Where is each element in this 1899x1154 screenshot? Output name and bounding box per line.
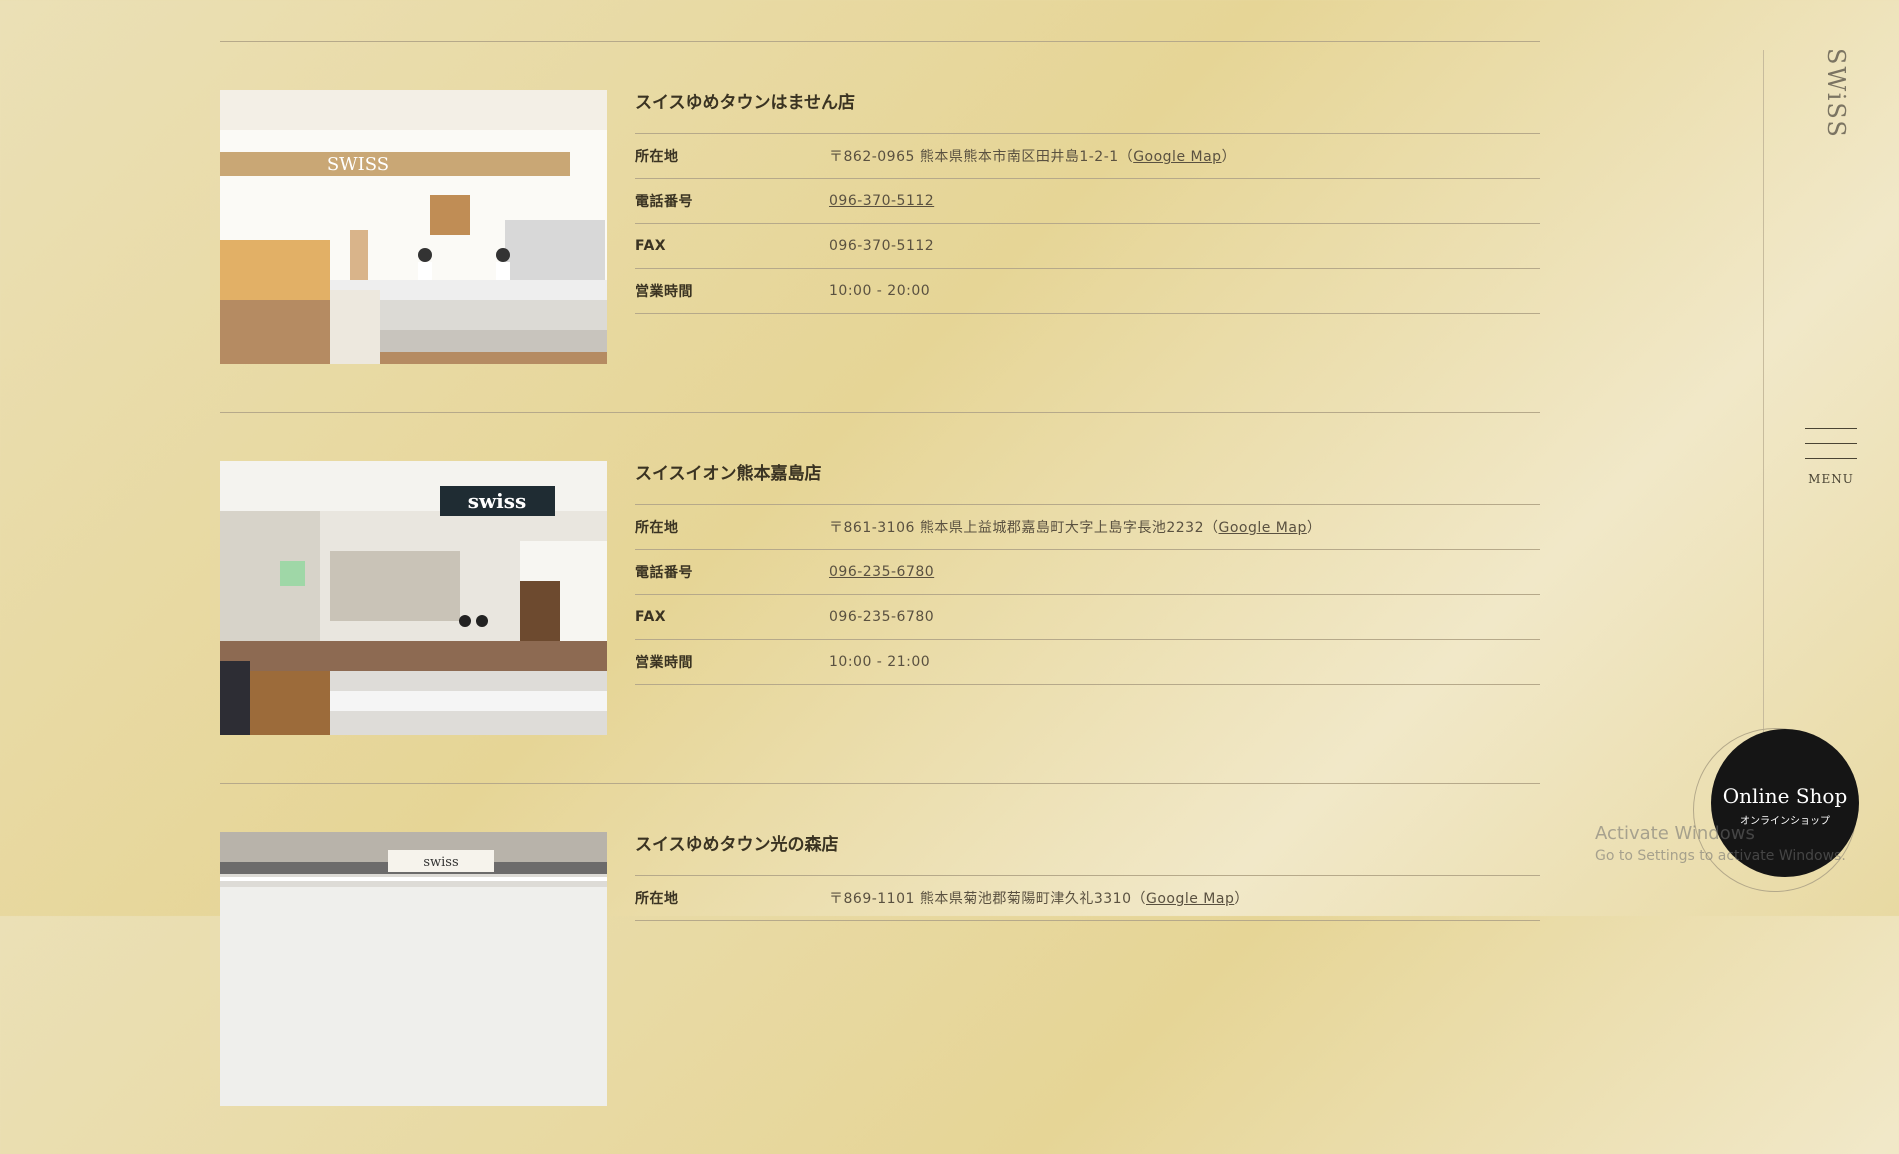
address-text: 〒869-1101 熊本県菊池郡菊陽町津久礼3310（: [829, 891, 1146, 907]
phone-label: 電話番号: [635, 194, 693, 210]
address-row: 所在地 〒869-1101 熊本県菊池郡菊陽町津久礼3310（Google Ma…: [635, 875, 1540, 921]
store-sign: SWISS: [327, 154, 389, 175]
store-item: swiss スイスイオン熊本嘉島店 所在地 〒861-3106 熊本県上益城郡嘉…: [220, 413, 1540, 783]
address-label: 所在地: [635, 891, 679, 907]
menu-icon-bar: [1805, 458, 1857, 459]
menu-button[interactable]: MENU: [1805, 428, 1857, 488]
store-name: スイスイオン熊本嘉島店: [635, 464, 822, 484]
store-info: スイスゆめタウンはません店 所在地 〒862-0965 熊本県熊本市南区田井島1…: [635, 90, 1540, 314]
menu-icon-bar: [1805, 443, 1857, 444]
phone-row: 電話番号 096-235-6780: [635, 549, 1540, 594]
hours-row: 営業時間 10:00 - 21:00: [635, 639, 1540, 685]
store-item: SWISS スイスゆめタウンはません店 所在地 〒862-0965 熊本県熊本市…: [220, 42, 1540, 412]
store-info: スイスイオン熊本嘉島店 所在地 〒861-3106 熊本県上益城郡嘉島町大字上島…: [635, 461, 1540, 685]
phone-label: 電話番号: [635, 565, 693, 581]
fax-label: FAX: [635, 238, 667, 254]
phone-link[interactable]: 096-370-5112: [829, 193, 934, 209]
store-photo: swiss: [220, 832, 607, 1106]
menu-label: MENU: [1808, 472, 1854, 486]
phone-row: 電話番号 096-370-5112: [635, 178, 1540, 223]
address-text: 〒861-3106 熊本県上益城郡嘉島町大字上島字長池2232（: [829, 520, 1219, 536]
google-map-link[interactable]: Google Map: [1146, 891, 1234, 907]
store-item: swiss スイスゆめタウン光の森店 所在地 〒869-1101 熊本県菊池郡菊…: [220, 784, 1540, 1154]
address-label: 所在地: [635, 149, 679, 165]
store-photo: swiss: [220, 461, 607, 735]
address-row: 所在地 〒862-0965 熊本県熊本市南区田井島1-2-1（Google Ma…: [635, 133, 1540, 178]
hours-label: 営業時間: [635, 284, 693, 300]
phone-link[interactable]: 096-235-6780: [829, 564, 934, 580]
menu-icon: [1805, 428, 1857, 429]
hours-label: 営業時間: [635, 655, 693, 671]
address-value: 〒861-3106 熊本県上益城郡嘉島町大字上島字長池2232（Google M…: [829, 520, 1322, 536]
online-shop-title: Online Shop: [1722, 784, 1848, 808]
hours-row: 営業時間 10:00 - 20:00: [635, 268, 1540, 314]
address-text: 〒862-0965 熊本県熊本市南区田井島1-2-1（: [829, 149, 1134, 165]
store-sign: swiss: [423, 855, 458, 870]
store-info: スイスゆめタウン光の森店 所在地 〒869-1101 熊本県菊池郡菊陽町津久礼3…: [635, 832, 1540, 921]
store-list: SWISS スイスゆめタウンはません店 所在地 〒862-0965 熊本県熊本市…: [220, 0, 1540, 1154]
hours-value: 10:00 - 21:00: [829, 654, 931, 670]
store-sign: swiss: [468, 489, 527, 513]
address-row: 所在地 〒861-3106 熊本県上益城郡嘉島町大字上島字長池2232（Goog…: [635, 504, 1540, 549]
fax-row: FAX 096-370-5112: [635, 223, 1540, 268]
address-label: 所在地: [635, 520, 679, 536]
watermark-subtitle: Go to Settings to activate Windows.: [1595, 848, 1846, 864]
google-map-link[interactable]: Google Map: [1218, 520, 1306, 536]
fax-value: 096-370-5112: [829, 238, 935, 254]
watermark-title: Activate Windows: [1595, 823, 1755, 844]
side-divider: [1763, 50, 1764, 750]
address-value: 〒862-0965 熊本県熊本市南区田井島1-2-1（Google Map）: [829, 149, 1237, 165]
fax-value: 096-235-6780: [829, 609, 935, 625]
activate-windows-watermark: Activate Windows Go to Settings to activ…: [1595, 823, 1846, 864]
store-name: スイスゆめタウンはません店: [635, 93, 855, 113]
address-value: 〒869-1101 熊本県菊池郡菊陽町津久礼3310（Google Map）: [829, 891, 1249, 907]
site-logo[interactable]: SWiSS: [1822, 48, 1850, 139]
fax-label: FAX: [635, 609, 667, 625]
google-map-link[interactable]: Google Map: [1133, 149, 1221, 165]
fax-row: FAX 096-235-6780: [635, 594, 1540, 639]
store-name: スイスゆめタウン光の森店: [635, 835, 839, 855]
store-photo: SWISS: [220, 90, 607, 364]
hours-value: 10:00 - 20:00: [829, 283, 931, 299]
